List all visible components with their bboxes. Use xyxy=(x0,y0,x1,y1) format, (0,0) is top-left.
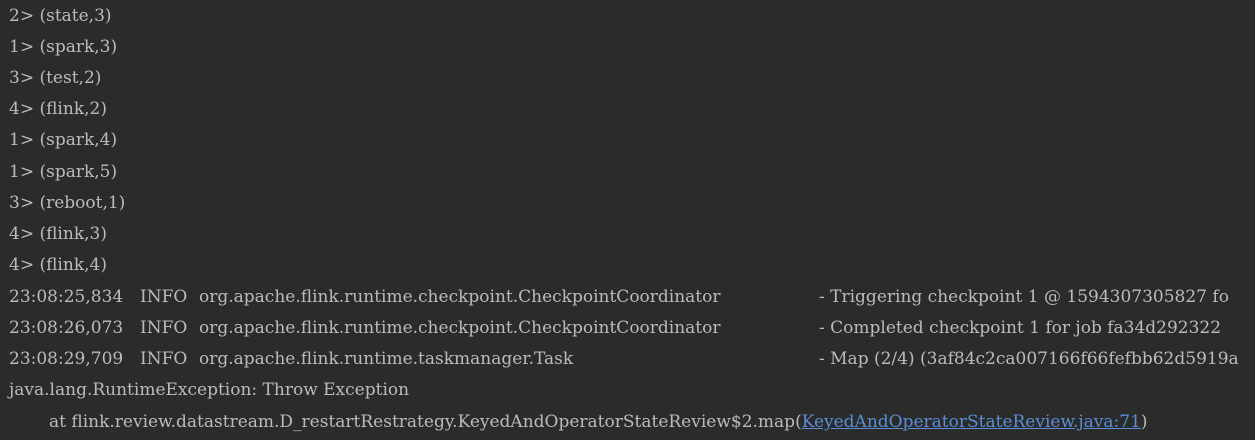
log-timestamp: 23:08:25,834 xyxy=(9,287,124,307)
log-timestamp: 23:08:29,709 xyxy=(9,349,124,369)
log-message: - Triggering checkpoint 1 @ 159430730582… xyxy=(819,287,1229,307)
output-line: 1> (spark,4) xyxy=(9,130,118,150)
output-line: 1> (spark,3) xyxy=(9,37,118,57)
output-line: 1> (spark,5) xyxy=(9,162,118,182)
log-line: 23:08:26,073 INFO org.apache.flink.runti… xyxy=(9,313,1255,344)
stack-frame: at flink.review.datastream.D_restartRest… xyxy=(49,407,1148,438)
log-logger: org.apache.flink.runtime.checkpoint.Chec… xyxy=(199,287,721,307)
output-line: 4> (flink,4) xyxy=(9,255,107,275)
log-level: INFO xyxy=(140,318,188,338)
log-message: - Completed checkpoint 1 for job fa34d29… xyxy=(819,318,1222,338)
console-output-panel[interactable]: 2> (state,3) 1> (spark,3) 3> (test,2) 4>… xyxy=(0,0,1255,440)
source-file-link[interactable]: KeyedAndOperatorStateReview.java:71 xyxy=(802,412,1141,432)
output-line: 4> (flink,3) xyxy=(9,224,107,244)
log-timestamp: 23:08:26,073 xyxy=(9,318,124,338)
log-level: INFO xyxy=(140,349,188,369)
log-line: 23:08:25,834 INFO org.apache.flink.runti… xyxy=(9,282,1255,313)
log-message: - Map (2/4) (3af84c2ca007166f66fefbb62d5… xyxy=(819,349,1239,369)
stack-frame-text: at flink.review.datastream.D_restartRest… xyxy=(49,412,802,432)
log-line: 23:08:29,709 INFO org.apache.flink.runti… xyxy=(9,344,1255,375)
log-logger: org.apache.flink.runtime.checkpoint.Chec… xyxy=(199,318,721,338)
output-line: 2> (state,3) xyxy=(9,6,112,26)
exception-header: java.lang.RuntimeException: Throw Except… xyxy=(9,380,410,400)
log-logger: org.apache.flink.runtime.taskmanager.Tas… xyxy=(199,349,574,369)
output-line: 3> (reboot,1) xyxy=(9,193,126,213)
stack-frame-close: ) xyxy=(1140,412,1148,432)
output-line: 3> (test,2) xyxy=(9,68,102,88)
log-level: INFO xyxy=(140,287,188,307)
output-line: 4> (flink,2) xyxy=(9,99,107,119)
